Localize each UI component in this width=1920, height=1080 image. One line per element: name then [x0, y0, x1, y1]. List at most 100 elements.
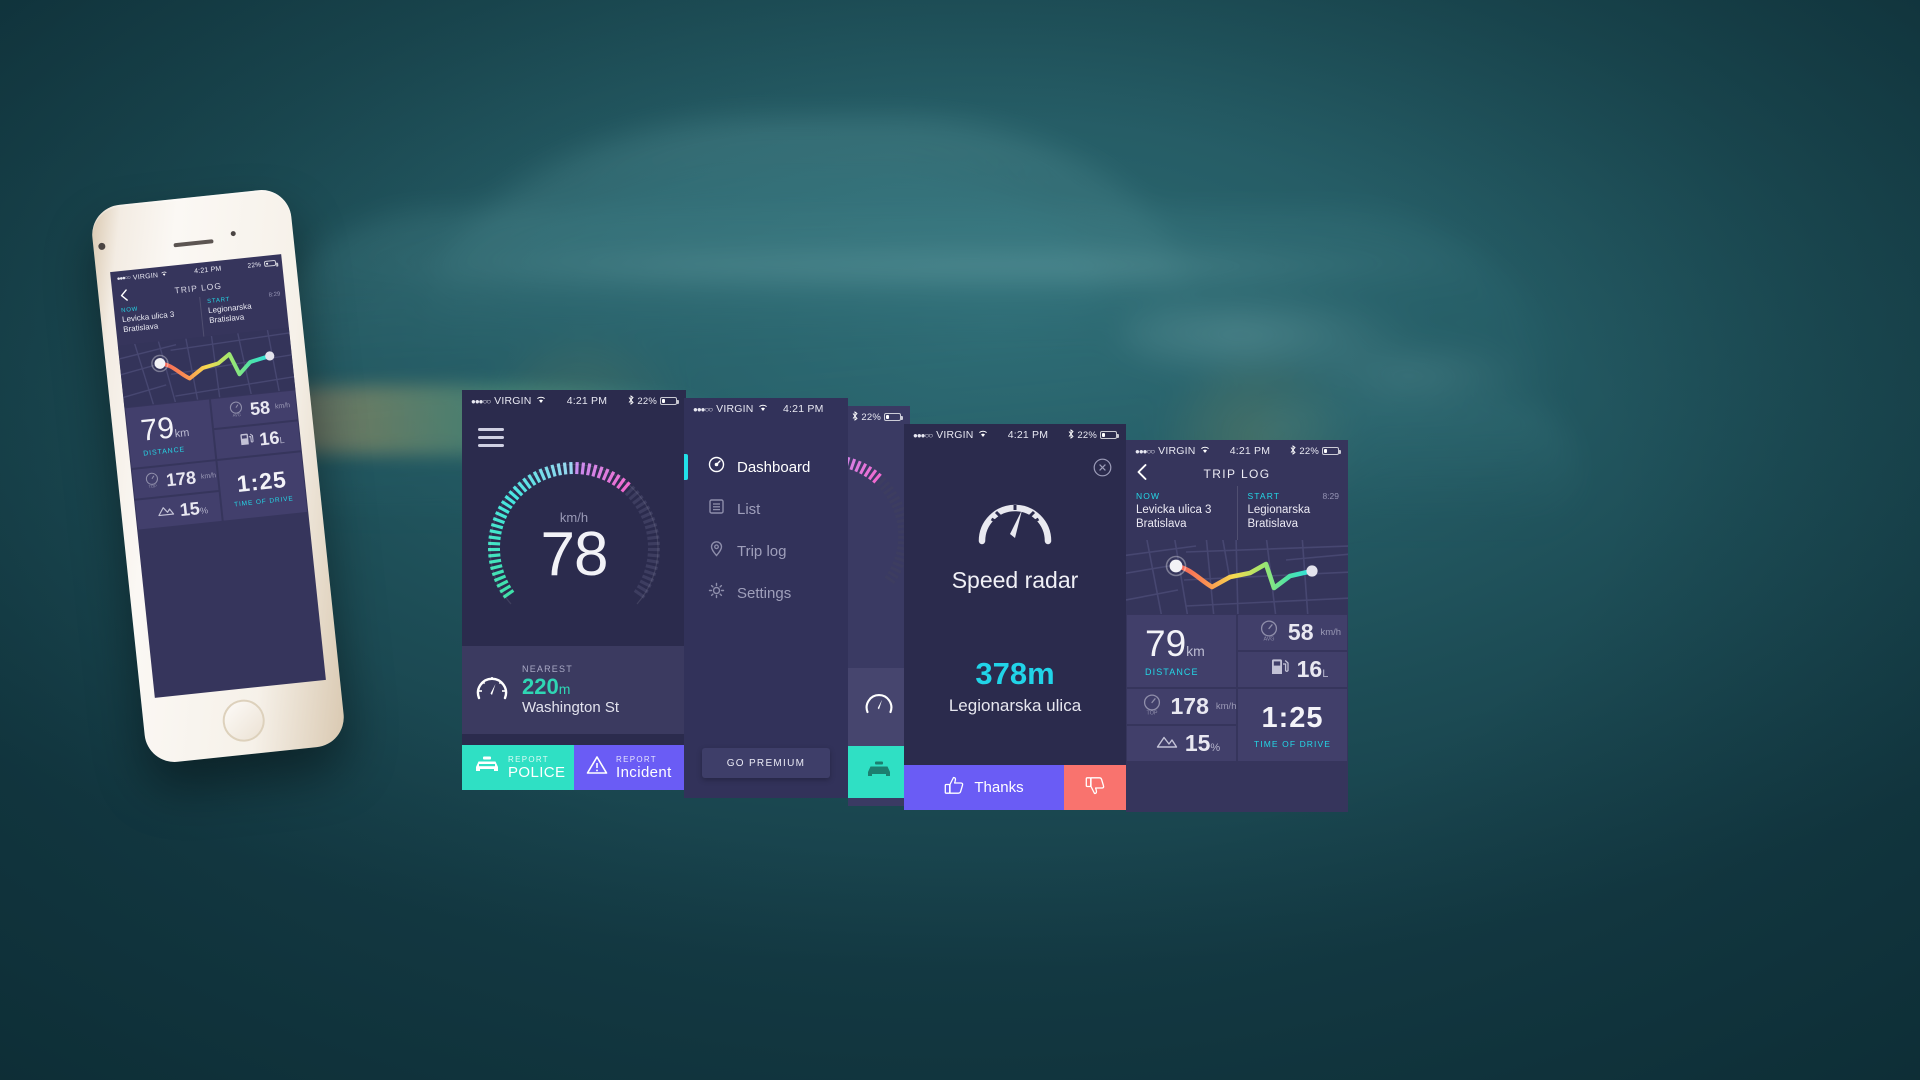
time-of-drive-value: 1:25: [235, 465, 288, 497]
trip-stats: 79km DISTANCE TOP 178 km/h 15% AVG 58 km…: [124, 389, 308, 530]
menu-item-label: Dashboard: [737, 458, 811, 476]
speedometer-icon: [864, 690, 894, 725]
page-title: TRIP LOG: [1203, 467, 1271, 481]
thanks-button[interactable]: Thanks: [904, 765, 1064, 810]
nearest-street: Washington St: [522, 699, 619, 717]
start-address: Legionarska Bratislava: [1247, 504, 1311, 531]
top-gauge-icon: TOP: [1140, 692, 1164, 721]
status-bar: 22%: [848, 406, 910, 428]
status-bar: ●●●○○ VIRGIN 4:21 PM 22%: [462, 390, 686, 412]
menu-item-list[interactable]: List: [684, 488, 848, 530]
menu-item-label: Trip log: [737, 542, 787, 560]
trip-stats: 79km DISTANCE TOP 178 km/h 15% AVG 58 km…: [1126, 614, 1348, 762]
top-speed-value: 178: [1170, 693, 1209, 719]
signal-dots-icon: ●●●○○: [1135, 446, 1155, 456]
fuel-unit: L: [1322, 668, 1329, 680]
bluetooth-icon: [1068, 428, 1075, 442]
distance-unit: km: [1186, 643, 1205, 659]
avg-speed-value: 58: [1287, 619, 1314, 645]
stat-distance: 79km DISTANCE: [1127, 615, 1236, 687]
status-bar: ●●●○○ VIRGIN 4:21 PM: [684, 398, 848, 420]
avg-speed-unit: km/h: [1320, 626, 1342, 638]
screen-dashboard: ●●●○○ VIRGIN 4:21 PM 22% km/h 78 NEAREST…: [462, 390, 686, 790]
battery-percent: 22%: [637, 395, 657, 407]
trip-stats-left: 79km DISTANCE TOP 178 km/h 15%: [1126, 614, 1237, 762]
menu-item-settings[interactable]: Settings: [684, 572, 848, 614]
battery-percent: 22%: [861, 411, 881, 423]
screen-dashboard-partial: 22%: [848, 406, 910, 806]
svg-text:AVG: AVG: [232, 412, 241, 418]
trip-stats-right: AVG 58 km/h 16L 1:25 TIME OF DRIVE: [210, 389, 308, 521]
fuel-pump-icon: [1270, 657, 1290, 682]
wifi-icon: [536, 395, 546, 407]
nearest-distance-unit: m: [558, 680, 571, 697]
police-car-icon: [866, 761, 892, 784]
wifi-icon: [978, 429, 988, 441]
report-incident-button[interactable]: REPORT Incident: [574, 745, 686, 790]
carrier-label: VIRGIN: [132, 271, 159, 282]
radar-center-block: Speed radar: [904, 486, 1126, 594]
top-speed-unit: km/h: [200, 472, 217, 481]
report-police-button[interactable]: REPORT POLICE: [462, 745, 574, 790]
nearest-panel[interactable]: NEAREST 220m Washington St: [462, 646, 686, 734]
status-bar: ●●●○○ VIRGIN 4:21 PM 22%: [1126, 440, 1348, 462]
battery-percent: 22%: [1077, 429, 1097, 441]
gauge-speed-value: 78: [540, 520, 609, 589]
speedometer-large-icon: [976, 504, 1054, 552]
nearest-panel-partial[interactable]: [848, 668, 910, 746]
signal-dots-icon: ●●●○○: [693, 404, 713, 414]
bluetooth-icon: [628, 394, 635, 408]
battery-icon: [263, 259, 277, 268]
avg-gauge-icon: AVG: [226, 399, 246, 424]
screen-menu: ●●●○○ VIRGIN 4:21 PM Dashboard List Trip…: [684, 398, 848, 798]
menu-item-label: List: [737, 500, 761, 518]
top-speed-unit: km/h: [1215, 700, 1237, 712]
thumbs-down-icon: [1085, 776, 1105, 800]
route-start-marker: [1169, 559, 1183, 573]
report-police-button-partial[interactable]: [848, 746, 910, 798]
stat-time-of-drive: 1:25 TIME OF DRIVE: [1238, 689, 1347, 761]
incident-report-label: Incident: [616, 763, 672, 781]
warning-triangle-icon: [586, 755, 608, 780]
battery-percent: 22%: [247, 260, 262, 270]
signal-dots-icon: ●●●○○: [471, 396, 491, 406]
dislike-button[interactable]: [1064, 765, 1126, 810]
stat-elevation: 15%: [1127, 726, 1236, 761]
signal-dots-icon: ●●●○○: [116, 275, 131, 283]
now-address: Levicka ulica 3 Bratislava: [1136, 504, 1212, 531]
trip-start-column: START 8:29 Legionarska Bratislava: [1236, 486, 1349, 540]
signal-dots-icon: ●●●○○: [913, 430, 933, 440]
hamburger-icon[interactable]: [478, 428, 504, 447]
elevation-value: 15%: [1184, 730, 1221, 756]
fuel-value: 16L: [1296, 656, 1329, 682]
elevation-unit: %: [1210, 742, 1221, 754]
thumbs-up-icon: [944, 776, 964, 799]
speed-gauge: km/h 78: [479, 453, 669, 643]
battery-percent: 22%: [1299, 445, 1319, 457]
stat-avg-speed: AVG 58 km/h: [1238, 615, 1347, 650]
radar-street: Legionarska ulica: [948, 696, 1082, 715]
top-gauge-icon: TOP: [142, 470, 162, 495]
time-of-drive-caption: TIME OF DRIVE: [1253, 738, 1332, 749]
status-time: 4:21 PM: [1007, 429, 1049, 441]
carrier-label: VIRGIN: [1158, 445, 1196, 457]
nearest-label: NEAREST: [522, 663, 573, 674]
stat-top-speed: TOP 178 km/h: [1127, 689, 1236, 724]
trip-map[interactable]: [1126, 540, 1348, 614]
svg-text:AVG: AVG: [1263, 636, 1274, 642]
status-time: 4:21 PM: [1229, 445, 1271, 457]
avg-speed-unit: km/h: [274, 402, 291, 411]
go-premium-button[interactable]: GO PREMIUM: [702, 748, 830, 778]
screen-speed-radar: ●●●○○ VIRGIN 4:21 PM 22% Speed radar 378…: [904, 424, 1126, 810]
elevation-value: 15%: [178, 498, 209, 521]
menu-item-trip-log[interactable]: Trip log: [684, 530, 848, 572]
menu-item-dashboard[interactable]: Dashboard: [684, 446, 848, 488]
police-report-tag: REPORT: [508, 754, 549, 764]
report-bar: REPORT POLICE REPORT Incident: [462, 745, 686, 790]
close-circle-icon[interactable]: [1093, 458, 1112, 482]
active-indicator-bar: [684, 454, 688, 480]
battery-icon: [1100, 431, 1119, 439]
wifi-icon: [1200, 445, 1210, 457]
police-car-icon: [474, 756, 500, 779]
trip-endpoints: NOW Levicka ulica 3 Bratislava START 8:2…: [1126, 486, 1348, 540]
